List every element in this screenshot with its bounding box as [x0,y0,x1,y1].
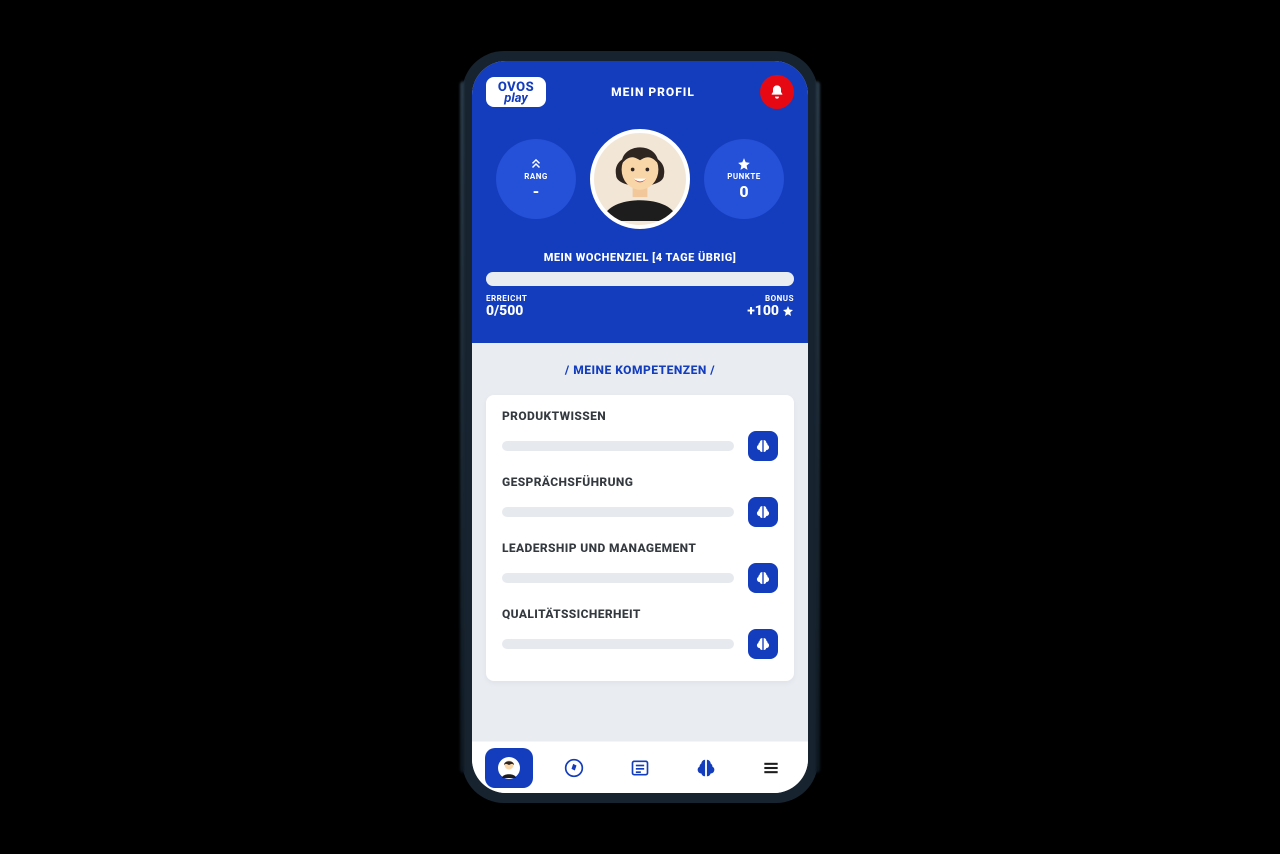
notifications-button[interactable] [760,75,794,109]
star-icon [737,157,751,171]
brain-icon [755,636,771,652]
goal-bonus-label: BONUS [747,294,794,303]
chevron-up-double-icon [529,157,543,171]
points-badge[interactable]: PUNKTE 0 [704,139,784,219]
weekly-goal: MEIN WOCHENZIEL [4 TAGE ÜBRIG] ERREICHT … [486,251,794,319]
competency-item: LEADERSHIP UND MANAGEMENT [502,541,778,593]
nav-learn[interactable] [682,748,730,788]
goal-progress-bar [486,272,794,286]
competency-title: GESPRÄCHSFÜHRUNG [502,475,778,489]
rank-badge[interactable]: RANG - [496,139,576,219]
competency-item: PRODUKTWISSEN [502,409,778,461]
avatar-image [594,129,686,225]
header-top: OVOS play MEIN PROFIL [486,75,794,109]
competency-progress [502,639,734,649]
nav-profile[interactable] [485,748,533,788]
profile-body: / MEINE KOMPETENZEN / PRODUKTWISSEN GESP… [472,343,808,741]
menu-icon [761,758,781,778]
app-logo[interactable]: OVOS play [486,77,546,107]
bell-icon [769,84,785,100]
profile-stats-row: RANG - [486,129,794,229]
brain-icon [755,438,771,454]
competency-progress [502,507,734,517]
profile-header: OVOS play MEIN PROFIL RANG - [472,61,808,343]
competency-item: GESPRÄCHSFÜHRUNG [502,475,778,527]
star-icon [782,305,794,317]
goal-reached-label: ERREICHT [486,294,527,303]
compass-icon [564,758,584,778]
bottom-nav [472,741,808,793]
goal-bonus-value: +100 [747,303,794,319]
competencies-title: / MEINE KOMPETENZEN / [486,363,794,377]
page-title: MEIN PROFIL [611,85,695,99]
competency-item: QUALITÄTSSICHERHEIT [502,607,778,659]
nav-news[interactable] [616,748,664,788]
brain-icon [695,757,717,779]
goal-bonus: BONUS +100 [747,294,794,319]
points-label: PUNKTE [727,172,761,181]
nav-explore[interactable] [550,748,598,788]
competency-progress [502,441,734,451]
brain-icon [755,570,771,586]
phone-side [816,81,820,773]
competency-title: QUALITÄTSSICHERHEIT [502,607,778,621]
goal-title: MEIN WOCHENZIEL [4 TAGE ÜBRIG] [486,251,794,264]
competency-action-button[interactable] [748,431,778,461]
points-value: 0 [739,182,748,201]
competencies-card: PRODUKTWISSEN GESPRÄCHSFÜHRUNG [486,395,794,681]
rank-value: - [533,182,540,201]
avatar[interactable] [590,129,690,229]
competency-action-button[interactable] [748,563,778,593]
goal-footer: ERREICHT 0/500 BONUS +100 [486,294,794,319]
phone-side [460,81,464,773]
competency-action-button[interactable] [748,497,778,527]
news-icon [630,758,650,778]
competency-title: PRODUKTWISSEN [502,409,778,423]
competency-progress [502,573,734,583]
goal-reached-value: 0/500 [486,303,527,319]
app-screen: OVOS play MEIN PROFIL RANG - [472,61,808,793]
competency-action-button[interactable] [748,629,778,659]
rank-label: RANG [524,172,548,181]
goal-bonus-number: +100 [747,303,779,319]
phone-frame: OVOS play MEIN PROFIL RANG - [462,51,818,803]
competency-title: LEADERSHIP UND MANAGEMENT [502,541,778,555]
brain-icon [755,504,771,520]
nav-menu[interactable] [747,748,795,788]
goal-reached: ERREICHT 0/500 [486,294,527,319]
avatar-icon [497,756,521,780]
